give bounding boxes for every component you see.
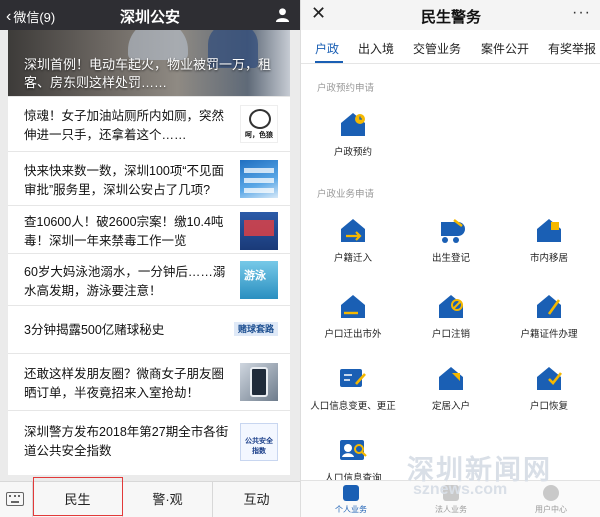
house-cancel-icon [436, 292, 466, 320]
list-item[interactable]: 3分钟揭露500亿赌球秘史 赌球套路 [8, 305, 290, 353]
house-flag-icon [436, 364, 466, 392]
person-icon[interactable] [275, 7, 290, 22]
section-title: 户政预约申请 [317, 83, 375, 94]
service-label: 定居入户 [431, 401, 470, 412]
list-item[interactable]: 快来快来数一数，深圳100项“不见面审批”服务里，深圳公安占了几项? [8, 151, 290, 205]
article-title: 查10600人！破2600宗案！缴10.4吨毒！深圳一年来禁毒工作一览 [24, 215, 224, 248]
article-card: 深圳首例！电动车起火，物业被罚一万，租客、房东则这样处罚…… 惊魂！女子加油站厕… [8, 30, 290, 475]
bottom-tab-user-center[interactable]: 用户中心 [501, 485, 600, 515]
bottom-tab-label: 法人业务 [435, 505, 467, 514]
article-thumbnail [240, 363, 278, 401]
tab-jiaoguan[interactable]: 交管业务 [413, 40, 461, 57]
wechat-topbar: ‹ 微信(9) 深圳公安 [0, 0, 300, 30]
article-thumbnail: 呵，色狼 [240, 105, 278, 143]
house-arrow-out-icon [338, 292, 368, 320]
article-title: 快来快来数一数，深圳100项“不见面审批”服务里，深圳公安占了几项? [24, 164, 225, 197]
service-label: 人口信息变更、更正 [310, 401, 396, 412]
list-item[interactable]: 查10600人！破2600宗案！缴10.4吨毒！深圳一年来禁毒工作一览 [8, 205, 290, 253]
keyboard-icon[interactable] [6, 492, 24, 506]
bottom-tab-label: 个人业务 [335, 505, 367, 514]
service-hukou-qianchu[interactable]: 户口迁出市外 [303, 292, 403, 340]
list-item[interactable]: 60岁大妈泳池溺水，一分钟后……溺水高发期，游泳要注意！ 游泳 [8, 253, 290, 305]
service-label: 户籍证件办理 [520, 329, 578, 340]
service-label: 户口注销 [431, 329, 470, 340]
service-label: 户口迁出市外 [324, 329, 382, 340]
list-item[interactable]: 还敢这样发朋友圈？微商女子朋友圈晒订单，半夜竟招来入室抢劫！ [8, 353, 290, 410]
article-title: 60岁大妈泳池溺水，一分钟后……溺水高发期，游泳要注意！ [24, 265, 226, 298]
house-pen-icon [534, 292, 564, 320]
wechat-account-panel: ‹ 微信(9) 深圳公安 深圳首例！电动车起火，物业被罚一万，租客、房东则这样处… [0, 0, 300, 517]
page-title: 民生警务 [420, 9, 481, 26]
article-title: 还敢这样发朋友圈？微商女子朋友圈晒订单，半夜竟招来入室抢劫！ [24, 367, 225, 400]
house-arrow-in-icon [338, 216, 368, 244]
article-thumbnail [240, 212, 278, 250]
service-hukou-huifu[interactable]: 户口恢复 [499, 364, 599, 412]
bottom-tab-personal[interactable]: 个人业务 [301, 485, 401, 515]
list-item[interactable]: 惊魂！女子加油站厕所内如厕，突然伸进一只手，还拿着这个…… 呵，色狼 [8, 96, 290, 151]
user-icon [543, 485, 559, 501]
article-thumbnail: 游泳 [240, 261, 278, 299]
tab-huzheng[interactable]: 户政 [315, 40, 339, 57]
service-dingju-ruhu[interactable]: 定居入户 [401, 364, 501, 412]
service-renkou-biangeng[interactable]: 人口信息变更、更正 [303, 364, 403, 412]
id-card-search-icon [338, 436, 368, 464]
service-label: 出生登记 [431, 253, 470, 264]
menu-jingguan[interactable]: 警·观 [122, 482, 212, 517]
article-thumbnail: 公共安全指数 [240, 423, 278, 461]
service-huji-zhengjian[interactable]: 户籍证件办理 [499, 292, 599, 340]
house-clock-icon [338, 110, 368, 138]
hero-article[interactable]: 深圳首例！电动车起火，物业被罚一万，租客、房东则这样处罚…… [8, 30, 290, 96]
service-huji-qianru[interactable]: 户籍迁入 [303, 216, 403, 264]
house-move-icon [534, 216, 564, 244]
menu-hudong[interactable]: 互动 [212, 482, 300, 517]
tab-anjian[interactable]: 案件公开 [481, 40, 529, 57]
article-title: 惊魂！女子加油站厕所内如厕，突然伸进一只手，还拿着这个…… [24, 109, 225, 142]
section-title: 户政业务申请 [317, 189, 375, 200]
service-renkou-chaxun[interactable]: 人口信息查询 [303, 436, 403, 484]
list-item[interactable]: 深圳警方发布2018年第27期全市各街道公共安全指数 公共安全指数 [8, 410, 290, 475]
services-content: 户政预约申请 户政预约 户政业务申请 户籍迁入 出生登记 市内移居 户口迁出市外… [301, 64, 600, 484]
category-tabs: 户政 出入境 交管业务 案件公开 有奖举报 [301, 30, 600, 64]
article-thumbnail [240, 160, 278, 198]
highlight-box [33, 477, 123, 516]
service-hukou-zhuxiao[interactable]: 户口注销 [401, 292, 501, 340]
active-tab-indicator [315, 61, 343, 63]
article-title: 3分钟揭露500亿赌球秘史 [24, 323, 165, 337]
service-chusheng-dengji[interactable]: 出生登记 [401, 216, 501, 264]
account-title: 深圳公安 [119, 9, 180, 26]
article-tag: 赌球套路 [233, 322, 278, 336]
tab-jubao[interactable]: 有奖举报 [548, 40, 596, 57]
service-huzheng-yuyue[interactable]: 户政预约 [303, 110, 403, 158]
watermark-url: sznews.com [413, 481, 508, 498]
more-options-icon[interactable]: ··· [572, 4, 591, 22]
id-card-edit-icon [338, 364, 368, 392]
service-label: 户籍迁入 [333, 253, 372, 264]
service-shinei-yiju[interactable]: 市内移居 [499, 216, 599, 264]
bottom-tab-label: 用户中心 [535, 505, 567, 514]
hero-caption: 深圳首例！电动车起火，物业被罚一万，租客、房东则这样处罚…… [24, 57, 272, 90]
person-icon [343, 485, 359, 501]
service-label: 户政预约 [333, 147, 372, 158]
stroller-icon [436, 216, 466, 244]
service-label: 户口恢复 [529, 401, 568, 412]
tab-churujing[interactable]: 出入境 [358, 40, 394, 57]
service-label: 市内移居 [529, 253, 568, 264]
article-title: 深圳警方发布2018年第27期全市各街道公共安全指数 [24, 425, 229, 458]
services-topbar: ✕ 民生警务 ··· [301, 0, 600, 30]
police-services-panel: ✕ 民生警务 ··· 户政 出入境 交管业务 案件公开 有奖举报 户政预约申请 … [300, 0, 600, 517]
house-check-icon [534, 364, 564, 392]
